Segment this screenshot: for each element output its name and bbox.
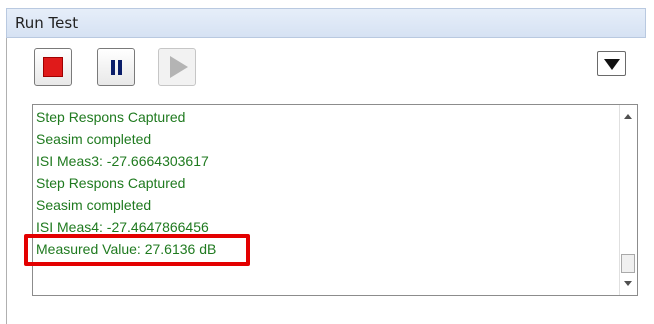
panel-title: Run Test <box>15 14 79 32</box>
play-button[interactable] <box>158 48 196 86</box>
stop-button[interactable] <box>34 48 72 86</box>
log-line: Seasim completed <box>36 131 152 147</box>
scroll-thumb[interactable] <box>621 254 635 273</box>
pause-icon-bar-left <box>111 60 115 75</box>
options-dropdown-button[interactable] <box>597 51 626 76</box>
pause-icon-bar-right <box>118 60 122 75</box>
log-line: Step Respons Captured <box>36 109 186 125</box>
log-line: Step Respons Captured <box>36 175 186 191</box>
pause-button[interactable] <box>97 48 135 86</box>
scroll-up-arrow-icon[interactable] <box>624 114 632 119</box>
play-icon <box>170 56 188 78</box>
panel-left-border <box>6 38 7 324</box>
scroll-down-arrow-icon[interactable] <box>624 281 632 286</box>
log-line: Seasim completed <box>36 197 152 213</box>
log-line: ISI Meas3: -27.6664303617 <box>36 153 209 169</box>
dropdown-triangle-icon <box>604 59 620 70</box>
run-test-panel: Run Test Step Respons Captured Seasim co… <box>0 0 654 324</box>
stop-icon <box>43 57 63 77</box>
log-output[interactable]: Step Respons Captured Seasim completed I… <box>32 104 638 296</box>
measured-value-highlight-box <box>24 234 250 266</box>
title-bar: Run Test <box>6 8 646 38</box>
log-scrollbar[interactable] <box>619 105 637 295</box>
